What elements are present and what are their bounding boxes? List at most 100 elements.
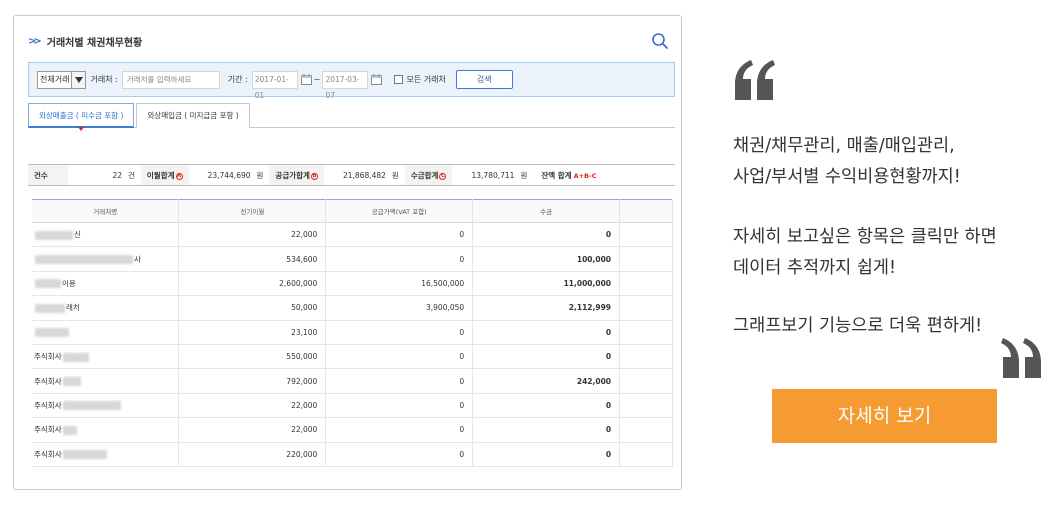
balance-total-label: 잔액 합계 A+B-C xyxy=(533,165,603,185)
carry-cell[interactable]: 22,000 xyxy=(178,417,327,443)
table-row[interactable]: 주식회사 550,000 0 0 xyxy=(32,344,673,370)
all-clients-checkbox[interactable] xyxy=(394,75,404,84)
period-label: 기간 : xyxy=(227,75,248,84)
table-row[interactable]: 이용 2,600,000 16,500,000 11,000,000 xyxy=(32,271,673,297)
ledger-table: 거래처명 전기이월 공급가액(VAT 포함) 수금 신 22,000 0 0 사… xyxy=(32,199,673,467)
date-separator: ~ xyxy=(313,75,321,84)
client-name-cell[interactable]: 래처 xyxy=(32,295,180,321)
receipt-cell[interactable]: 0 xyxy=(472,393,621,419)
supply-cell[interactable]: 0 xyxy=(325,344,474,370)
receipt-total-unit: 원 xyxy=(520,171,528,180)
client-label: 거래처 : xyxy=(90,75,118,84)
receipt-cell[interactable]: 0 xyxy=(472,417,621,443)
promo-line: 그래프보기 기능으로 더욱 편하게! xyxy=(733,316,983,336)
empty-cell xyxy=(619,368,673,394)
circled-c-icon: C xyxy=(439,172,447,180)
search-icon[interactable] xyxy=(651,32,669,50)
calendar-icon[interactable] xyxy=(300,74,312,85)
client-name-cell[interactable]: 주식회사 xyxy=(32,368,180,394)
receipt-cell[interactable]: 0 xyxy=(472,442,621,467)
receipt-cell[interactable]: 0 xyxy=(472,344,621,370)
table-row[interactable]: 신 22,000 0 0 xyxy=(32,222,673,248)
table-row[interactable]: 래처 50,000 3,900,050 2,112,999 xyxy=(32,295,673,321)
count-label: 건수 xyxy=(28,165,68,185)
table-row[interactable]: 주식회사 22,000 0 0 xyxy=(32,393,673,419)
receipt-cell[interactable]: 11,000,000 xyxy=(472,271,621,297)
promo-paragraph-2: 자세히 보고싶은 항목은 클릭만 하면 데이터 추적까지 쉽게! xyxy=(733,222,997,284)
promo-paragraph-1: 채권/채무관리, 매출/매입관리, 사업/부서별 수익비용현황까지! xyxy=(733,131,961,193)
column-header[interactable]: 전기이월 xyxy=(178,199,327,223)
supply-cell[interactable]: 0 xyxy=(325,368,474,394)
receipt-cell[interactable]: 0 xyxy=(472,320,621,345)
client-name-cell[interactable]: 주식회사 xyxy=(32,344,180,370)
empty-cell xyxy=(619,320,673,345)
promo-line: 자세히 보고싶은 항목은 클릭만 하면 xyxy=(733,227,997,247)
date-from-input[interactable]: 2017-01-01 xyxy=(251,70,298,100)
supply-cell[interactable]: 0 xyxy=(325,393,474,419)
supply-total-label: 공급가합계 B xyxy=(269,165,324,185)
receipt-cell[interactable]: 242,000 xyxy=(472,368,621,394)
client-input[interactable]: 거래처를 입력하세요 xyxy=(121,70,220,89)
client-name-cell[interactable]: 이용 xyxy=(32,271,180,297)
supply-cell[interactable]: 0 xyxy=(325,442,474,467)
supply-cell[interactable]: 16,500,000 xyxy=(325,271,474,297)
tab-payables[interactable]: 외상매입금 ( 미지급금 포함 ) xyxy=(136,103,250,128)
receipt-cell[interactable]: 0 xyxy=(472,222,621,248)
supply-cell[interactable]: 0 xyxy=(325,222,474,248)
carry-cell[interactable]: 23,100 xyxy=(178,320,327,345)
empty-cell xyxy=(619,344,673,370)
empty-cell xyxy=(619,246,673,272)
carry-cell[interactable]: 550,000 xyxy=(178,344,327,370)
date-to-input[interactable]: 2017-03-07 xyxy=(322,70,369,100)
empty-cell xyxy=(619,295,673,321)
table-row[interactable]: 주식회사 792,000 0 242,000 xyxy=(32,368,673,394)
trade-type-select[interactable]: 전체거래 xyxy=(37,70,87,89)
carry-cell[interactable]: 2,600,000 xyxy=(178,271,327,297)
column-header[interactable]: 공급가액(VAT 포함) xyxy=(325,199,474,223)
client-name-cell[interactable]: 주식회사 xyxy=(32,393,180,419)
carry-cell[interactable]: 22,000 xyxy=(178,222,327,248)
column-header-empty xyxy=(619,199,673,223)
page-title-row: >> 거래처별 채권채무현황 xyxy=(28,34,142,49)
trade-type-value: 전체거래 xyxy=(40,74,70,84)
carry-cell[interactable]: 50,000 xyxy=(178,295,327,321)
view-details-button[interactable]: 자세히 보기 xyxy=(772,389,997,443)
table-row[interactable]: 주식회사 22,000 0 0 xyxy=(32,417,673,443)
carry-total-unit: 원 xyxy=(256,171,264,180)
supply-total-value: 21,868,482 xyxy=(342,171,386,180)
receipt-cell[interactable]: 2,112,999 xyxy=(472,295,621,321)
tab-receivables[interactable]: 외상매출금 ( 미수금 포함 ) xyxy=(28,103,135,131)
count-value: 22 xyxy=(112,171,122,180)
redacted-blur xyxy=(62,450,107,460)
page-title: 거래처별 채권채무현황 xyxy=(46,38,143,49)
carry-cell[interactable]: 792,000 xyxy=(178,368,327,394)
search-button[interactable]: 검색 xyxy=(455,70,513,89)
client-name-cell[interactable]: 주식회사 xyxy=(32,442,180,467)
empty-cell xyxy=(619,442,673,467)
redacted-blur xyxy=(62,425,77,435)
supply-cell[interactable]: 0 xyxy=(325,320,474,345)
table-row[interactable]: 주식회사 220,000 0 0 xyxy=(32,442,673,467)
chevron-down-icon[interactable] xyxy=(71,71,86,88)
app-window: >> 거래처별 채권채무현황 전체거래 거래처 : 거래처를 입력하세요 기간 … xyxy=(13,15,682,490)
client-name-cell[interactable]: 주식회사 xyxy=(32,417,180,443)
table-row[interactable]: 사 534,600 0 100,000 xyxy=(32,246,673,272)
table-header-row: 거래처명 전기이월 공급가액(VAT 포함) 수금 xyxy=(32,199,673,223)
client-name-cell[interactable]: 사 xyxy=(32,246,180,272)
client-name-cell[interactable] xyxy=(32,320,180,345)
column-header[interactable]: 거래처명 xyxy=(32,199,180,223)
supply-cell[interactable]: 0 xyxy=(325,246,474,272)
carry-cell[interactable]: 220,000 xyxy=(178,442,327,467)
column-header[interactable]: 수금 xyxy=(472,199,621,223)
supply-cell[interactable]: 0 xyxy=(325,417,474,443)
empty-cell xyxy=(619,271,673,297)
calendar-icon[interactable] xyxy=(371,74,383,85)
table-row[interactable]: 23,100 0 0 xyxy=(32,320,673,345)
carry-cell[interactable]: 534,600 xyxy=(178,246,327,272)
redacted-blur xyxy=(35,230,73,240)
supply-cell[interactable]: 3,900,050 xyxy=(325,295,474,321)
carry-cell[interactable]: 22,000 xyxy=(178,393,327,419)
client-name-cell[interactable]: 신 xyxy=(32,222,180,248)
bottom-fade xyxy=(28,471,675,489)
receipt-cell[interactable]: 100,000 xyxy=(472,246,621,272)
